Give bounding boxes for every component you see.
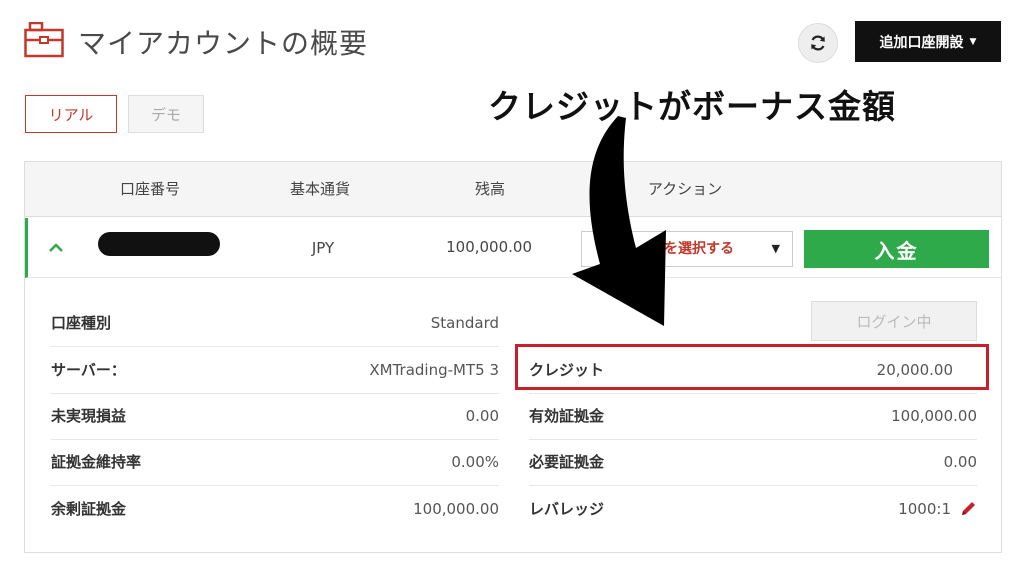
tab-demo[interactable]: デモ [128, 95, 204, 133]
header-account-number: 口座番号 [119, 180, 180, 198]
detail-label: 余剰証拠金 [51, 500, 127, 518]
detail-value: 1000:1 [898, 500, 951, 518]
detail-value: 100,000.00 [891, 407, 977, 425]
chevron-up-icon[interactable] [46, 238, 66, 258]
detail-leverage: レバレッジ 1000:1 [529, 486, 977, 533]
detail-server: サーバー： XMTrading-MT5 3 [51, 347, 499, 394]
detail-label: 有効証拠金 [529, 407, 605, 425]
briefcase-icon [24, 21, 64, 58]
annotation-text: クレジットがボーナス金額 [488, 87, 896, 126]
login-button[interactable]: ログイン中 [811, 301, 977, 341]
account-row[interactable]: JPY 100,000.00 ンを選択する ▼ 入金 [25, 218, 1001, 278]
detail-margin-level: 証拠金維持率 0.00% [51, 439, 499, 486]
account-currency: JPY [311, 239, 335, 257]
header-balance: 残高 [474, 180, 505, 198]
refresh-button[interactable] [798, 23, 838, 63]
open-additional-account-button[interactable]: 追加口座開設 ▼ [855, 21, 1001, 62]
detail-equity: 有効証拠金 100,000.00 [529, 393, 977, 440]
deposit-button[interactable]: 入金 [804, 230, 989, 268]
caret-down-icon: ▼ [771, 242, 780, 255]
masked-account-number [98, 232, 220, 256]
detail-value: 100,000.00 [413, 500, 499, 518]
detail-label: 証拠金維持率 [51, 453, 142, 471]
detail-account-type: 口座種別 Standard [51, 300, 499, 347]
detail-value: 0.00% [451, 453, 499, 471]
detail-required-margin: 必要証拠金 0.00 [529, 439, 977, 486]
detail-label: 未実現損益 [51, 407, 127, 425]
detail-value: XMTrading-MT5 3 [369, 361, 499, 379]
page-title: マイアカウントの概要 [78, 27, 369, 60]
detail-value: 0.00 [943, 453, 977, 471]
account-panel: 口座番号 基本通貨 残高 アクション JPY 100,000.00 ンを選択する… [24, 161, 1002, 553]
detail-label: 必要証拠金 [529, 453, 605, 471]
caret-down-icon: ▼ [969, 36, 977, 47]
annotation-arrow [572, 116, 666, 326]
credit-highlight-box [515, 344, 989, 390]
detail-label: 口座種別 [51, 314, 112, 332]
detail-label: サーバー： [51, 361, 126, 379]
refresh-icon [811, 35, 825, 51]
tab-real[interactable]: リアル [25, 95, 117, 133]
header-base-currency: 基本通貨 [289, 180, 350, 198]
account-balance: 100,000.00 [446, 238, 532, 256]
detail-free-margin: 余剰証拠金 100,000.00 [51, 486, 499, 533]
detail-unrealized-pl: 未実現損益 0.00 [51, 393, 499, 440]
detail-value: Standard [430, 314, 499, 332]
detail-value: 0.00 [465, 407, 499, 425]
detail-label: レバレッジ [529, 500, 605, 518]
table-header: 口座番号 基本通貨 残高 アクション [25, 162, 1001, 217]
open-account-label: 追加口座開設 [879, 34, 964, 51]
pencil-icon[interactable] [959, 500, 977, 518]
